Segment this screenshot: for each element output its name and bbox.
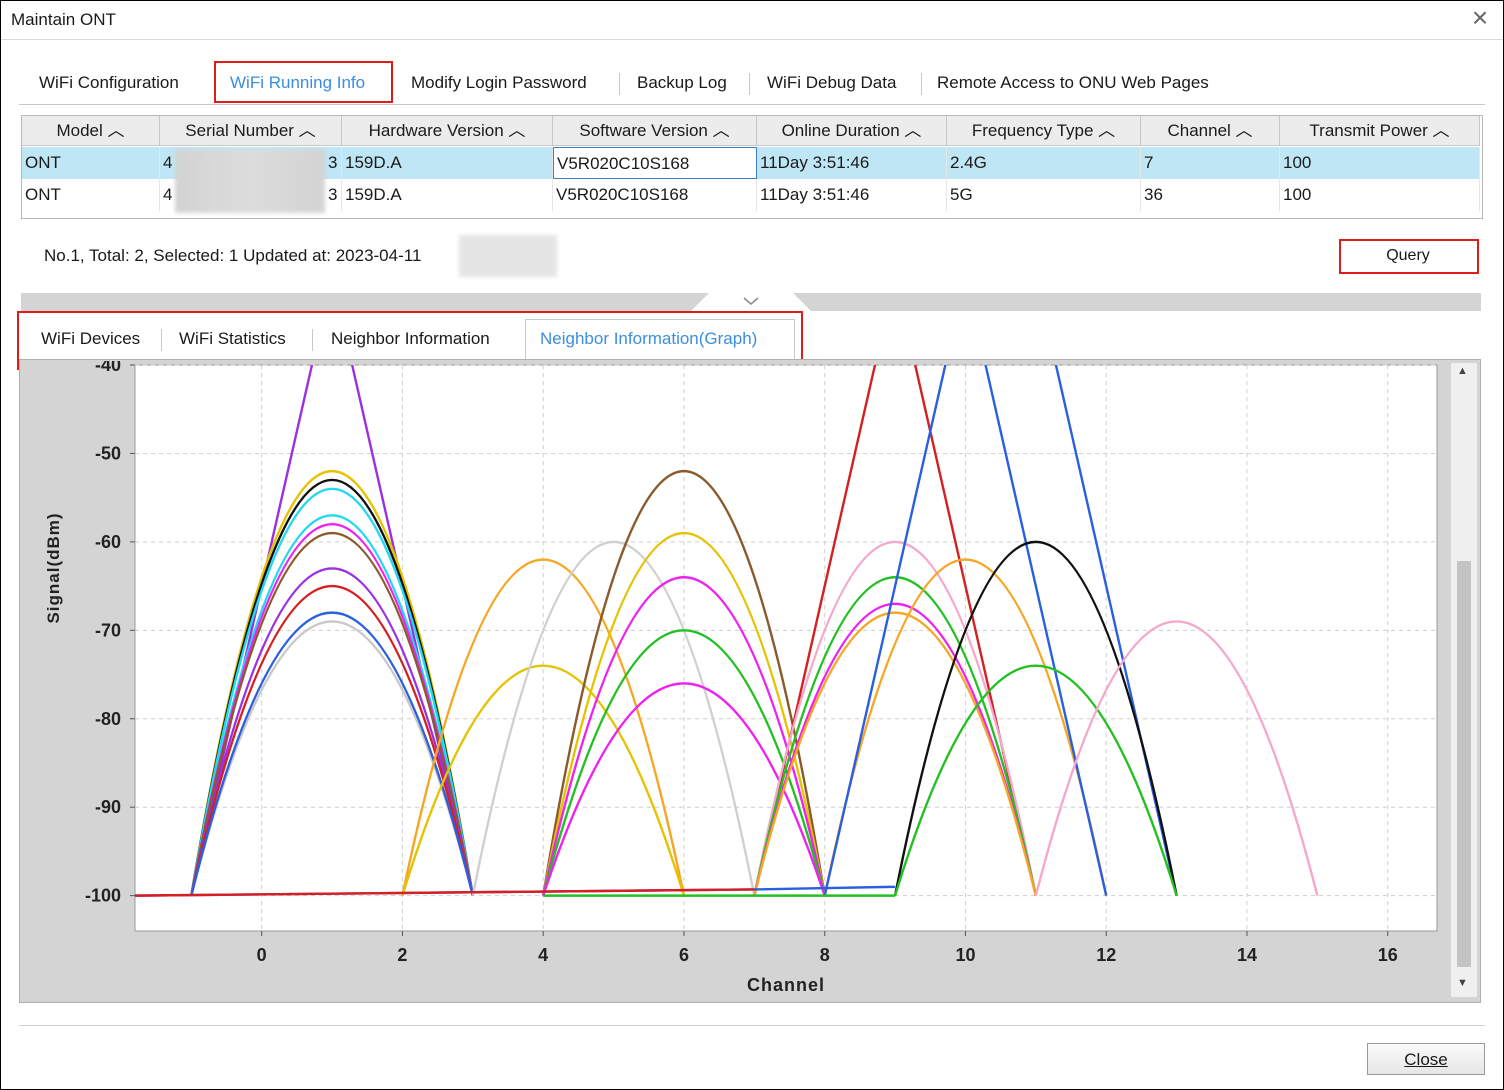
column-header-frequency-type[interactable]: Frequency Type ︿: [947, 116, 1141, 146]
highlight-box: [1339, 239, 1479, 274]
y-tick-label: -40: [95, 361, 121, 375]
y-tick-label: -60: [95, 532, 121, 552]
cell-hardware-version: 159D.A: [342, 179, 553, 211]
y-tick-label: -50: [95, 443, 121, 463]
column-header-online-duration[interactable]: Online Duration ︿: [757, 116, 947, 146]
y-tick-label: -100: [85, 886, 121, 906]
vertical-scrollbar[interactable]: ▲ ▼: [1451, 363, 1477, 997]
y-tick-label: -90: [95, 797, 121, 817]
tab-separator: [921, 73, 922, 95]
x-tick-label: 8: [820, 945, 830, 965]
close-icon[interactable]: ×: [1467, 4, 1493, 32]
x-tick-label: 4: [538, 945, 548, 965]
x-tick-label: 2: [397, 945, 407, 965]
cell-transmit-power: 100: [1280, 147, 1480, 179]
cell-software-version: V5R020C10S168: [553, 179, 757, 211]
title-bar: Maintain ONT ×: [1, 1, 1503, 39]
tab-wifi-configuration[interactable]: WiFi Configuration: [39, 73, 179, 93]
maintain-ont-dialog: Maintain ONT × WiFi Configuration WiFi R…: [0, 0, 1504, 1090]
tab-separator: [619, 73, 620, 95]
close-button[interactable]: Close: [1367, 1043, 1485, 1075]
x-tick-label: 6: [679, 945, 689, 965]
tab-strip-border: [19, 104, 1485, 105]
column-header-model[interactable]: Model ︿: [22, 116, 160, 146]
x-tick-label: 10: [955, 945, 975, 965]
column-header-software-version[interactable]: Software Version ︿: [553, 116, 757, 146]
column-header-channel[interactable]: Channel ︿: [1141, 116, 1280, 146]
redacted-time: [459, 235, 557, 277]
y-axis-label: Signal(dBm): [44, 512, 63, 623]
cell-channel: 36: [1141, 179, 1280, 211]
cell-software-version: V5R020C10S168: [553, 147, 757, 179]
window-title: Maintain ONT: [11, 10, 116, 29]
divider: [1, 39, 1503, 40]
column-header-transmit-power[interactable]: Transmit Power ︿: [1280, 116, 1480, 146]
ont-table: Model ︿ Serial Number ︿ Hardware Version…: [21, 115, 1483, 219]
cell-channel: 7: [1141, 147, 1280, 179]
cell-frequency-type: 5G: [947, 179, 1141, 211]
plot-area: [134, 364, 1438, 932]
y-tick-label: -80: [95, 709, 121, 729]
scroll-up-icon[interactable]: ▲: [1457, 365, 1468, 377]
status-text: No.1, Total: 2, Selected: 1 Updated at: …: [44, 246, 422, 265]
cell-model: ONT: [22, 179, 160, 211]
footer-divider: [19, 1025, 1485, 1026]
cell-online-duration: 11Day 3:51:46: [757, 179, 947, 211]
scroll-down-icon[interactable]: ▼: [1457, 977, 1468, 989]
y-tick-label: -70: [95, 620, 121, 640]
x-tick-label: 0: [257, 945, 267, 965]
highlight-box: [214, 61, 393, 103]
neighbor-signal-chart: 0 2 4 6 8 10 12 14 16 -40 -50 -60 -70 -80 -90 -100 Chann…: [44, 361, 1438, 995]
x-axis-label: Channel: [747, 975, 825, 995]
tab-wifi-debug-data[interactable]: WiFi Debug Data: [767, 73, 896, 93]
x-tick-label: 12: [1096, 945, 1116, 965]
x-tick-label: 14: [1237, 945, 1257, 965]
tab-modify-login-password[interactable]: Modify Login Password: [411, 73, 587, 93]
cell-model: ONT: [22, 147, 160, 179]
tab-separator: [749, 73, 750, 95]
tab-remote-access[interactable]: Remote Access to ONU Web Pages: [937, 73, 1209, 93]
collapse-handle[interactable]: [691, 289, 811, 313]
scrollbar-thumb[interactable]: [1457, 561, 1471, 967]
redacted-serial: [175, 149, 325, 213]
cell-transmit-power: 100: [1280, 179, 1480, 211]
cell-frequency-type: 2.4G: [947, 147, 1141, 179]
tab-backup-log[interactable]: Backup Log: [637, 73, 727, 93]
x-tick-label: 16: [1378, 945, 1398, 965]
column-header-serial-number[interactable]: Serial Number ︿: [160, 116, 342, 146]
cell-online-duration: 11Day 3:51:46: [757, 147, 947, 179]
column-header-hardware-version[interactable]: Hardware Version ︿: [342, 116, 553, 146]
cell-hardware-version: 159D.A: [342, 147, 553, 179]
